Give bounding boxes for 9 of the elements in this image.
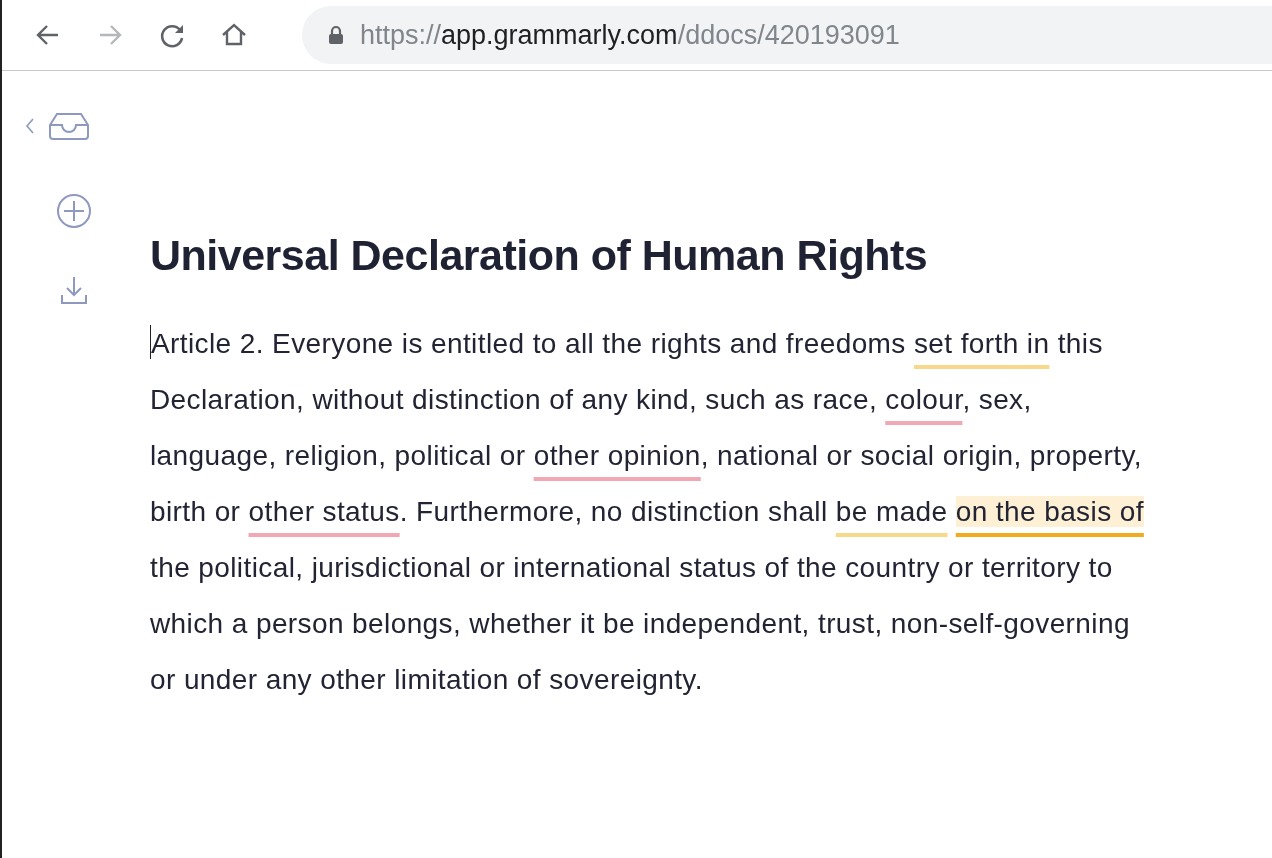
lock-icon bbox=[328, 25, 344, 45]
collapse-button[interactable] bbox=[24, 116, 36, 136]
url-text: https://app.grammarly.com/ddocs/420193091 bbox=[360, 19, 900, 51]
document-paragraph[interactable]: Article 2. Everyone is entitled to all the rights and freedoms set forth in this Declaration, without distinction of any kind, such as race, colour, sex, language, religion, political or other opinion, national or social origin, property, birth or other status. Furthermore, no distinction shall be made on the basis of the political, jurisdictional or international status of the country or territory to which a person belongs, whether it be independent, trust, non-self-governing or under any other limitation of sovereignty. bbox=[150, 316, 1150, 708]
add-icon[interactable] bbox=[56, 193, 92, 229]
address-bar[interactable]: https://app.grammarly.com/ddocs/420193091 bbox=[302, 6, 1272, 64]
download-icon[interactable] bbox=[60, 275, 88, 305]
inbox-icon[interactable] bbox=[48, 111, 90, 141]
document-title: Universal Declaration of Human Rights bbox=[150, 231, 929, 280]
